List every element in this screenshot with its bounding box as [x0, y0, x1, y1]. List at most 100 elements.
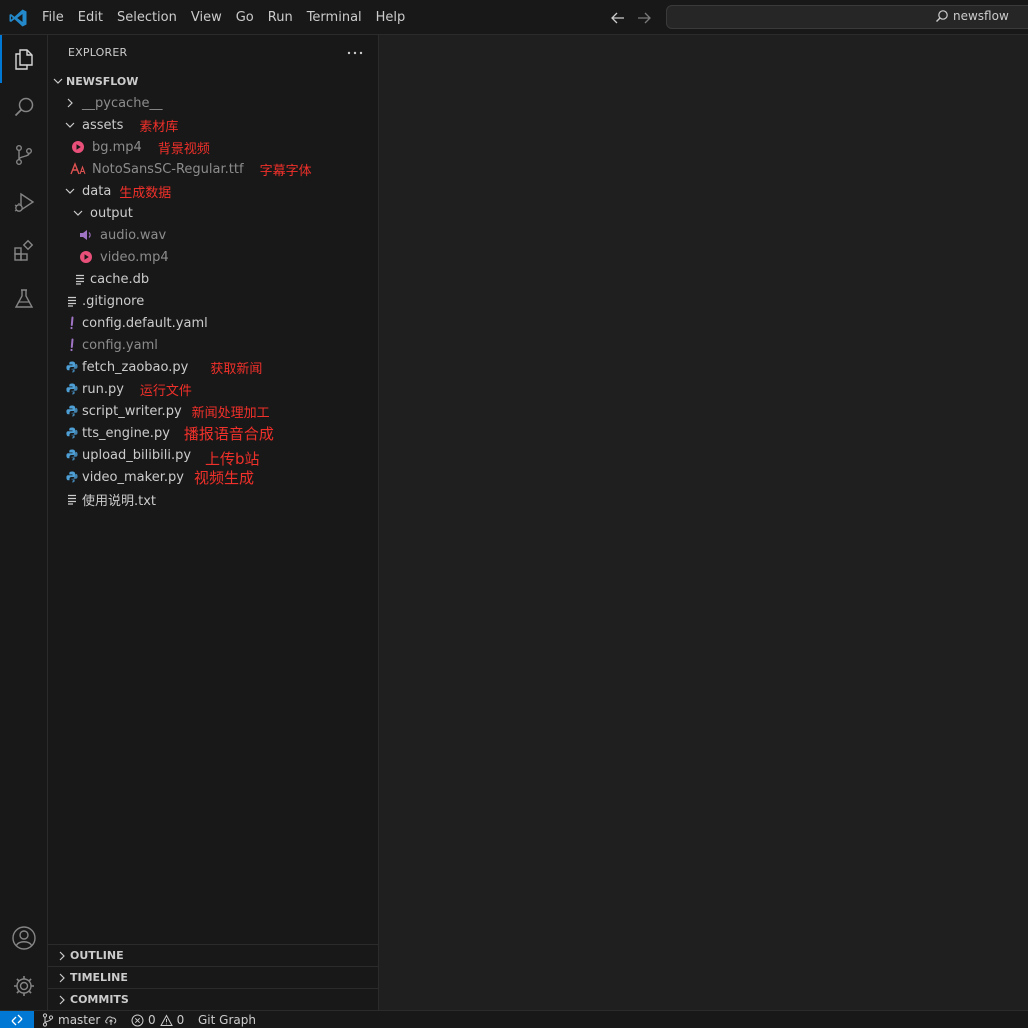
tree-item-font-file[interactable]: NotoSansSC-Regular.ttf 字幕字体: [48, 158, 379, 180]
tree-item-cache-db[interactable]: cache.db: [48, 268, 379, 290]
tree-item-label: .gitignore: [82, 293, 145, 309]
tree-item-tts-engine-py[interactable]: tts_engine.py 播报语音合成: [48, 422, 379, 444]
menu-run[interactable]: Run: [261, 6, 300, 30]
search-icon: [936, 10, 948, 22]
files-icon: [15, 49, 33, 70]
gear-icon: [14, 976, 34, 996]
python-file-icon: [66, 383, 78, 395]
git-graph-button[interactable]: Git Graph: [198, 1011, 256, 1028]
arrow-left-icon[interactable]: [608, 8, 628, 28]
chevron-right-icon: [59, 973, 65, 982]
annotation-text: 生成数据: [119, 185, 172, 201]
text-file-icon: [68, 494, 76, 505]
search-text: newsflow: [953, 9, 1009, 23]
yaml-file-icon: [70, 316, 74, 330]
tree-item-label: config.default.yaml: [82, 315, 208, 331]
tree-item-readme-txt[interactable]: 使用说明.txt: [48, 488, 379, 510]
chevron-down-icon: [53, 78, 63, 84]
run-debug-icon: [14, 192, 35, 212]
menu-help[interactable]: Help: [369, 6, 413, 30]
tree-item-script-writer-py[interactable]: script_writer.py 新闻处理加工: [48, 400, 379, 422]
menu-file[interactable]: File: [35, 6, 71, 30]
menu-edit[interactable]: Edit: [71, 6, 110, 30]
vscode-logo-icon[interactable]: [8, 8, 28, 28]
activity-explorer[interactable]: [0, 35, 48, 83]
activity-search[interactable]: [0, 83, 48, 131]
tree-item-pycache[interactable]: __pycache__: [48, 92, 379, 114]
panel-timeline[interactable]: TIMELINE: [48, 966, 379, 988]
annotation-text: 运行文件: [139, 383, 192, 399]
extensions-icon: [14, 239, 34, 261]
tree-item-label: data: [82, 183, 112, 199]
git-branch-icon: [42, 1013, 54, 1027]
chevron-down-icon: [73, 210, 83, 216]
chevron-down-icon: [65, 122, 75, 128]
remote-indicator[interactable]: [0, 1011, 34, 1028]
editor-area[interactable]: [379, 35, 1028, 1010]
text-file-icon: [76, 274, 84, 285]
status-bar: master 0 0 Git Graph: [0, 1010, 1028, 1028]
annotation-text: 播报语音合成: [183, 424, 274, 443]
tree-item-video-maker-py[interactable]: video_maker.py 视频生成: [48, 466, 379, 488]
tree-item-run-py[interactable]: run.py 运行文件: [48, 378, 379, 400]
panel-commits[interactable]: COMMITS: [48, 988, 379, 1010]
panel-outline[interactable]: OUTLINE: [48, 944, 379, 966]
activity-accounts[interactable]: [0, 914, 48, 962]
tree-item-config-default-yaml[interactable]: config.default.yaml: [48, 312, 379, 334]
sidebar-header: EXPLORER: [48, 35, 379, 70]
tree-item-label: cache.db: [90, 271, 150, 287]
explorer-sidebar: EXPLORER NEWSFLOW __pycache__ assets 素材库…: [48, 35, 379, 1010]
video-file-icon: [80, 251, 92, 263]
tree-item-label: output: [90, 205, 133, 221]
warning-count: 0: [176, 1013, 185, 1027]
tree-item-label: run.py: [82, 381, 124, 397]
tree-item-label: audio.wav: [100, 227, 167, 243]
text-file-icon: [68, 296, 76, 307]
branch-indicator[interactable]: master: [42, 1011, 118, 1028]
tree-item-label: tts_engine.py: [82, 425, 170, 441]
source-control-icon: [15, 145, 32, 166]
video-file-icon: [72, 141, 84, 153]
tree-item-label: NotoSansSC-Regular.ttf: [92, 161, 244, 177]
tree-item-audio-wav[interactable]: audio.wav: [48, 224, 379, 246]
problems-indicator[interactable]: 0 0: [131, 1011, 184, 1028]
activity-extensions[interactable]: [0, 227, 48, 275]
menu-go[interactable]: Go: [229, 6, 261, 30]
tree-item-upload-bilibili-py[interactable]: upload_bilibili.py 上传b站: [48, 444, 379, 468]
yaml-file-icon: [70, 338, 74, 352]
tree-item-gitignore[interactable]: .gitignore: [48, 290, 379, 312]
more-actions-icon[interactable]: [344, 43, 366, 63]
activity-source-control[interactable]: [0, 131, 48, 179]
menu-selection[interactable]: Selection: [110, 6, 184, 30]
title-bar: File Edit Selection View Go Run Terminal…: [0, 0, 1028, 35]
activity-testing[interactable]: [0, 275, 48, 323]
tree-item-fetch-zaobao-py[interactable]: fetch_zaobao.py 获取新闻: [48, 356, 379, 378]
tree-item-bg-mp4[interactable]: bg.mp4 背景视频: [48, 136, 379, 158]
chevron-right-icon: [59, 951, 65, 960]
tree-item-config-yaml[interactable]: config.yaml: [48, 334, 379, 356]
chevron-right-icon: [67, 98, 73, 108]
activity-bar: [0, 35, 48, 1010]
python-file-icon: [66, 427, 78, 439]
menu-view[interactable]: View: [184, 6, 229, 30]
tree-item-data[interactable]: data 生成数据: [48, 180, 379, 202]
tree-item-output[interactable]: output: [48, 202, 379, 224]
tree-root-newsflow[interactable]: NEWSFLOW: [48, 70, 379, 92]
warning-icon: [159, 1013, 173, 1026]
command-center-search[interactable]: newsflow: [666, 5, 1028, 29]
panel-title: COMMITS: [70, 993, 129, 1006]
font-file-icon: [70, 162, 86, 175]
tree-item-assets[interactable]: assets 素材库: [48, 114, 379, 136]
tree-item-video-mp4[interactable]: video.mp4: [48, 246, 379, 268]
annotation-text: 视频生成: [193, 468, 254, 487]
arrow-right-icon[interactable]: [634, 8, 654, 28]
python-file-icon: [66, 471, 78, 483]
tree-item-label: config.yaml: [82, 337, 158, 353]
tree-item-label: script_writer.py: [82, 403, 182, 419]
activity-run-debug[interactable]: [0, 179, 48, 227]
menu-terminal[interactable]: Terminal: [300, 6, 369, 30]
flask-icon: [14, 289, 34, 308]
remote-icon: [11, 1014, 23, 1026]
activity-manage[interactable]: [0, 962, 48, 1010]
branch-name: master: [58, 1013, 101, 1027]
